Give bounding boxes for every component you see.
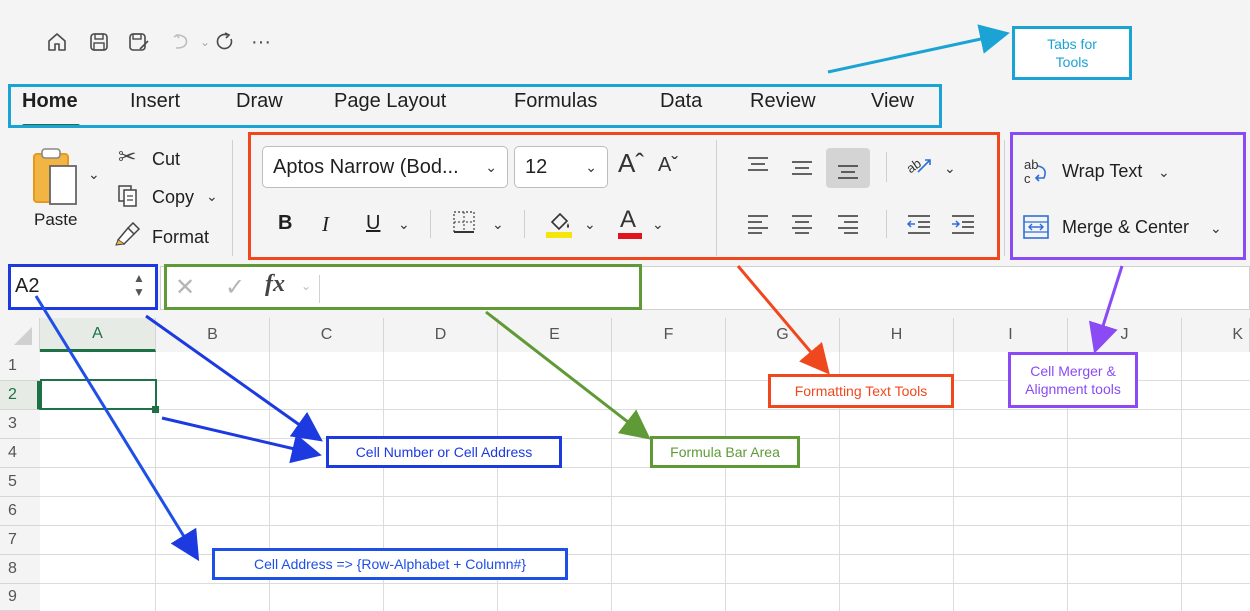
- home-icon[interactable]: [44, 28, 70, 56]
- column-header-h[interactable]: H: [840, 318, 954, 352]
- save-icon[interactable]: [86, 28, 112, 56]
- row-header-5[interactable]: 5: [0, 468, 40, 497]
- gridline: [40, 496, 1250, 497]
- redo-icon[interactable]: [212, 28, 238, 56]
- annotation-tabs-for-tools: Tabs for Tools: [1012, 26, 1132, 80]
- format-painter-icon[interactable]: [114, 221, 142, 248]
- row-header-4[interactable]: 4: [0, 439, 40, 468]
- gridline: [40, 409, 1250, 410]
- annotation-cell-number: Cell Number or Cell Address: [326, 436, 562, 468]
- annotation-cell-merger: Cell Merger & Alignment tools: [1008, 352, 1138, 408]
- column-header-g[interactable]: G: [726, 318, 840, 352]
- select-all-corner[interactable]: [0, 318, 40, 352]
- paste-icon[interactable]: [30, 144, 82, 208]
- column-header-f[interactable]: F: [612, 318, 726, 352]
- copy-icon[interactable]: [116, 184, 142, 210]
- annotation-cell-address-rule: Cell Address => {Row-Alphabet + Column#}: [212, 548, 568, 580]
- cut-icon[interactable]: ✂: [118, 144, 136, 170]
- column-header-k[interactable]: K: [1182, 318, 1250, 352]
- row-header-7[interactable]: 7: [0, 526, 40, 555]
- column-header-c[interactable]: C: [270, 318, 384, 352]
- more-icon[interactable]: ···: [248, 28, 274, 56]
- gridline: [40, 583, 1250, 584]
- gridline: [40, 438, 1250, 439]
- group-divider: [1004, 140, 1005, 256]
- column-header-b[interactable]: B: [156, 318, 270, 352]
- tabs-highlight-box: [8, 84, 942, 128]
- format-label[interactable]: Format: [152, 227, 209, 248]
- formula-bar-highlight-box: [164, 264, 642, 310]
- column-header-i[interactable]: I: [954, 318, 1068, 352]
- column-header-e[interactable]: E: [498, 318, 612, 352]
- row-header-6[interactable]: 6: [0, 497, 40, 526]
- gridline: [725, 352, 726, 611]
- copy-label[interactable]: Copy: [152, 187, 194, 208]
- row-header-3[interactable]: 3: [0, 410, 40, 439]
- fill-handle[interactable]: [152, 406, 159, 413]
- row-header-8[interactable]: 8: [0, 555, 40, 584]
- annotation-formatting-text-tools: Formatting Text Tools: [768, 374, 954, 408]
- formatting-highlight-box: [248, 132, 1000, 260]
- row-header-2[interactable]: 2: [0, 381, 40, 410]
- column-header-j[interactable]: J: [1068, 318, 1182, 352]
- merger-highlight-box: [1010, 132, 1246, 260]
- annotation-formula-bar-area: Formula Bar Area: [650, 436, 800, 468]
- gridline: [611, 352, 612, 611]
- cut-label[interactable]: Cut: [152, 149, 180, 170]
- undo-icon[interactable]: [168, 28, 194, 56]
- paste-label[interactable]: Paste: [34, 210, 77, 230]
- row-header-9[interactable]: 9: [0, 584, 40, 611]
- gridline: [40, 467, 1250, 468]
- group-divider: [232, 140, 233, 256]
- name-box-highlight-box: [8, 264, 158, 310]
- gridline: [40, 525, 1250, 526]
- row-header-1[interactable]: 1: [0, 352, 40, 381]
- copy-dropdown-icon[interactable]: ⌄: [206, 188, 218, 205]
- gridline: [1181, 352, 1182, 611]
- paste-dropdown-icon[interactable]: ⌄: [88, 166, 100, 183]
- column-header-a[interactable]: A: [40, 318, 156, 352]
- column-header-d[interactable]: D: [384, 318, 498, 352]
- selected-cell-a2[interactable]: [40, 379, 157, 410]
- save-as-icon[interactable]: [126, 28, 152, 56]
